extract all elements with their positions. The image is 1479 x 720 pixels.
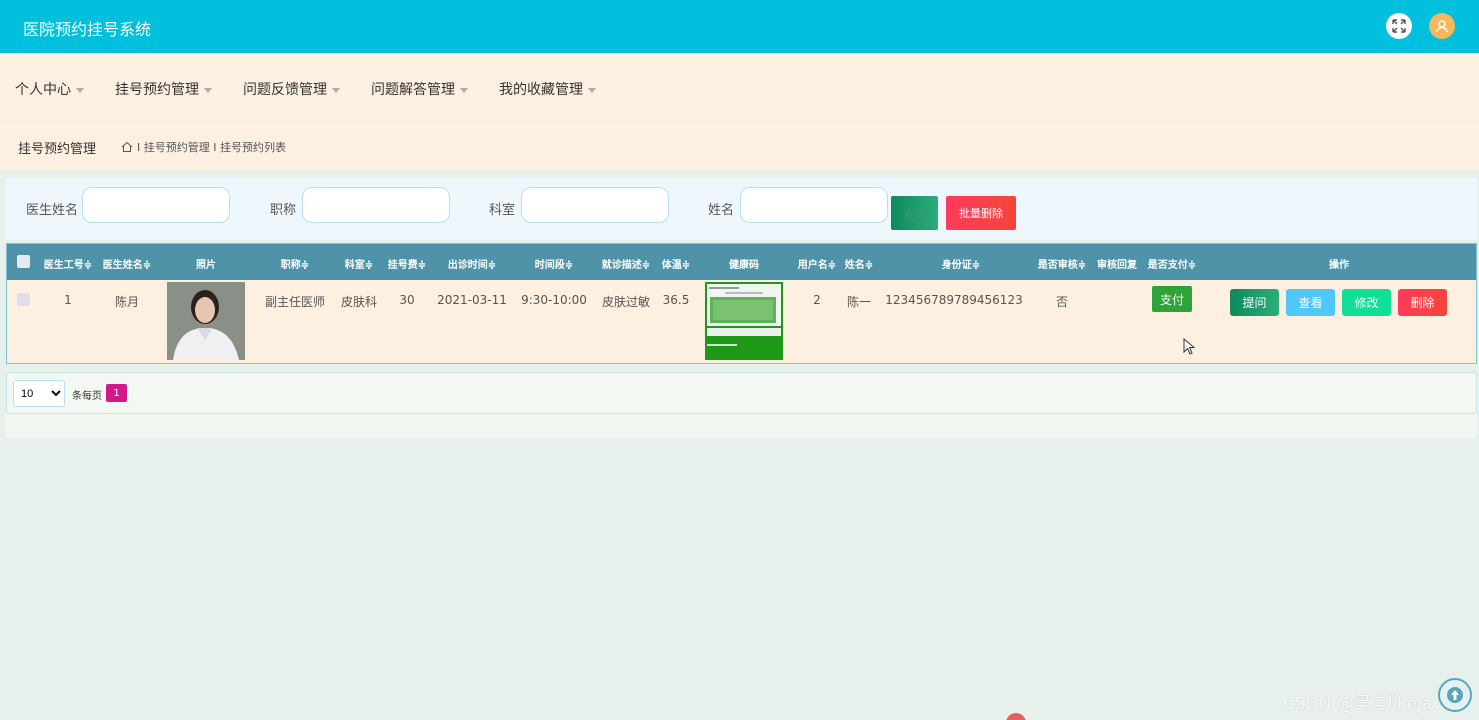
sort-icon: ≑ (417, 260, 427, 271)
top-header: 医院预约挂号系统 (0, 0, 1479, 53)
csdn-watermark: CSDN @昊言likeJava (1283, 694, 1453, 714)
cell-time-slot: 9:30-10:00 (521, 293, 587, 307)
select-all-checkbox[interactable] (17, 255, 30, 268)
title-label: 职称 (270, 203, 297, 218)
mouse-cursor-icon (1183, 338, 1195, 355)
nav-item-appointment[interactable]: 挂号预约管理 (115, 79, 212, 99)
sort-icon: ≑ (827, 260, 837, 271)
cell-doctor-name: 陈月 (114, 295, 140, 309)
sort-icon: ≑ (487, 260, 497, 271)
doctor-name-input[interactable] (82, 187, 230, 223)
col-department[interactable]: 科室≑ (345, 256, 373, 271)
doctor-name-label: 医生姓名 (26, 203, 79, 218)
cell-description: 皮肤过敏 (601, 295, 651, 309)
col-visit-date[interactable]: 出诊时间≑ (448, 256, 496, 271)
caret-down-icon (76, 87, 84, 93)
nav-item-answers[interactable]: 问题解答管理 (371, 79, 468, 99)
view-button[interactable]: 查看 (1286, 289, 1335, 316)
sort-icon: ≑ (1187, 260, 1197, 271)
delete-button[interactable]: 删除 (1398, 289, 1447, 316)
breadcrumb: I 挂号预约管理 I 挂号预约列表 (121, 139, 286, 155)
col-doctor-id[interactable]: 医生工号≑ (44, 256, 92, 271)
sort-icon: ≑ (300, 260, 310, 271)
cell-title: 副主任医师 (264, 295, 326, 309)
bulk-delete-button[interactable]: 批量删除 (946, 196, 1016, 230)
col-review-reply: 审核回复 (1097, 260, 1137, 271)
home-icon[interactable] (121, 141, 133, 153)
caret-down-icon (588, 87, 596, 93)
col-paid[interactable]: 是否支付≑ (1148, 256, 1196, 271)
col-username[interactable]: 用户名≑ (798, 256, 836, 271)
nav-item-favorites[interactable]: 我的收藏管理 (499, 79, 596, 99)
content-bottom-band (6, 414, 1477, 438)
col-temperature[interactable]: 体温≑ (662, 256, 690, 271)
back-to-top-icon[interactable] (1438, 678, 1472, 712)
sort-icon: ≑ (864, 260, 874, 271)
col-doctor-name[interactable]: 医生姓名≑ (103, 256, 151, 271)
search-panel: 医生姓名 职称 科室 姓名 查询 批量删除 (6, 178, 1477, 240)
appointment-table: 医生工号≑ 医生姓名≑ 照片 职称≑ 科室≑ 挂号费≑ 出诊时间≑ 时间段≑ 就… (6, 243, 1477, 364)
caret-down-icon (332, 87, 340, 93)
main-nav: 个人中心 挂号预约管理 问题反馈管理 问题解答管理 我的收藏管理 (0, 53, 1479, 121)
user-avatar-icon[interactable] (1429, 13, 1455, 39)
col-description[interactable]: 就诊描述≑ (602, 256, 650, 271)
breadcrumb-path[interactable]: I 挂号预约管理 I 挂号预约列表 (137, 139, 286, 155)
col-reviewed[interactable]: 是否审核≑ (1038, 256, 1086, 271)
sort-icon: ≑ (364, 260, 374, 271)
floating-red-icon[interactable] (1006, 713, 1026, 720)
caret-down-icon (460, 87, 468, 93)
col-fee[interactable]: 挂号费≑ (388, 256, 426, 271)
department-label: 科室 (489, 203, 516, 218)
col-time-slot[interactable]: 时间段≑ (535, 256, 573, 271)
nav-item-feedback[interactable]: 问题反馈管理 (243, 79, 340, 99)
cell-reviewed: 否 (1055, 295, 1069, 309)
name-input[interactable] (740, 187, 888, 223)
fullscreen-icon[interactable] (1386, 13, 1412, 39)
department-input[interactable] (521, 187, 669, 223)
search-button[interactable]: 查询 (891, 196, 938, 230)
cell-id-card: 123456789789456123 (885, 293, 1023, 307)
col-id-card[interactable]: 身份证≑ (942, 256, 980, 271)
col-photo: 照片 (196, 260, 216, 271)
cell-username: 2 (813, 293, 821, 307)
doctor-photo (167, 282, 245, 360)
table-row: 1 陈月 副主任医师 皮肤科 30 2021-03-11 9:30-10:00 … (7, 280, 1476, 365)
cell-department: 皮肤科 (340, 295, 378, 309)
pay-button[interactable]: 支付 (1152, 286, 1192, 312)
row-checkbox[interactable] (17, 293, 30, 306)
cell-temperature: 36.5 (662, 293, 690, 307)
cell-visit-date: 2021-03-11 (437, 293, 507, 307)
sort-icon: ≑ (641, 260, 651, 271)
col-actions: 操作 (1329, 260, 1349, 271)
col-health-code: 健康码 (729, 260, 759, 271)
edit-button[interactable]: 修改 (1342, 289, 1391, 316)
sort-icon: ≑ (681, 260, 691, 271)
page-number-button[interactable]: 1 (106, 384, 127, 402)
table-header: 医生工号≑ 医生姓名≑ 照片 职称≑ 科室≑ 挂号费≑ 出诊时间≑ 时间段≑ 就… (7, 244, 1476, 280)
pagination: 10 条每页 1 (6, 372, 1477, 414)
app-title: 医院预约挂号系统 (23, 20, 152, 39)
name-label: 姓名 (708, 203, 735, 218)
nav-item-personal-center[interactable]: 个人中心 (15, 79, 84, 99)
sort-icon: ≑ (142, 260, 152, 271)
cell-name: 陈一 (846, 295, 872, 309)
title-input[interactable] (302, 187, 450, 223)
sort-icon: ≑ (83, 260, 93, 271)
health-code-image (705, 282, 783, 360)
col-name[interactable]: 姓名≑ (845, 256, 873, 271)
per-page-select[interactable]: 10 (13, 380, 65, 407)
sort-icon: ≑ (1077, 260, 1087, 271)
page-title: 挂号预约管理 (18, 142, 97, 157)
per-page-label: 条每页 (72, 391, 102, 402)
cell-fee: 30 (399, 293, 415, 307)
caret-down-icon (204, 87, 212, 93)
ask-button[interactable]: 提问 (1230, 289, 1279, 316)
col-title[interactable]: 职称≑ (281, 256, 309, 271)
cell-doctor-id: 1 (64, 293, 72, 307)
sort-icon: ≑ (564, 260, 574, 271)
sort-icon: ≑ (971, 260, 981, 271)
breadcrumb-bar: 挂号预约管理 I 挂号预约管理 I 挂号预约列表 (0, 122, 1479, 170)
